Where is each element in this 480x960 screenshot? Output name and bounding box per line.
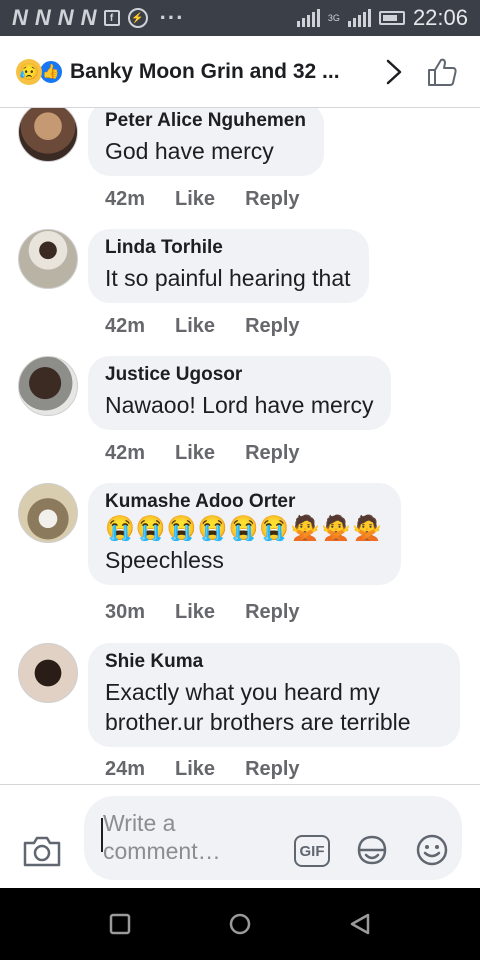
comment-time: 42m: [105, 188, 146, 210]
reply-link[interactable]: Reply: [245, 188, 299, 211]
comment-text: Nawaoo! Lord have mercy: [105, 392, 374, 418]
comment-bubble: Shie Kuma Exactly what you heard my brot…: [88, 643, 460, 747]
signal-2-icon: [347, 9, 371, 27]
comment-time: 42m: [105, 442, 146, 464]
avatar[interactable]: [18, 108, 78, 162]
thumbs-up-icon: [428, 58, 457, 86]
back-button[interactable]: [348, 912, 372, 936]
avatar[interactable]: [18, 229, 78, 289]
status-bar: N N N N f ⚡ ··· 3G 22:06: [0, 0, 480, 36]
comment-author[interactable]: Justice Ugosor: [105, 364, 373, 386]
comment-actions: 42m Like Reply: [105, 315, 300, 338]
sticker-button[interactable]: [354, 832, 390, 868]
reply-link[interactable]: Reply: [245, 315, 299, 338]
comment-bubble: Linda Torhile It so painful hearing that: [88, 229, 369, 303]
comments-header: 😥 👍 Banky Moon Grin and 32 ...: [0, 36, 480, 108]
notification-n-icon: N: [34, 5, 51, 30]
reply-link[interactable]: Reply: [245, 601, 299, 624]
reactions-title[interactable]: Banky Moon Grin and 32 ...: [70, 60, 340, 84]
avatar[interactable]: [18, 643, 78, 703]
triangle-back-icon: [350, 913, 370, 935]
comment-actions: 24m Like Reply: [105, 758, 300, 781]
comment-author[interactable]: Kumashe Adoo Orter: [105, 491, 383, 513]
comment-emojis: 😭😭😭😭😭😭🙅🙅🙅: [105, 515, 383, 542]
reply-link[interactable]: Reply: [245, 442, 299, 465]
like-button[interactable]: [422, 52, 462, 92]
more-notifications-icon: ···: [159, 5, 185, 30]
comment-time: 42m: [105, 315, 146, 337]
messenger-icon: ⚡: [127, 8, 148, 28]
like-link[interactable]: Like: [175, 442, 215, 465]
comment-time: 30m: [105, 601, 146, 623]
system-nav-bar: [0, 888, 480, 960]
comment-bubble: Peter Alice Nguhemen God have mercy: [88, 108, 324, 176]
square-icon: [109, 913, 131, 935]
comment-author[interactable]: Linda Torhile: [105, 237, 351, 259]
notification-n-icon: N: [12, 5, 28, 30]
home-button[interactable]: [228, 912, 252, 936]
like-link[interactable]: Like: [175, 758, 215, 781]
comment-composer: Write a comment… GIF: [0, 784, 480, 888]
network-type-label: 3G: [327, 12, 340, 23]
avatar[interactable]: [18, 356, 78, 416]
like-link[interactable]: Like: [175, 188, 215, 211]
comment-author[interactable]: Shie Kuma: [105, 651, 442, 673]
avatar[interactable]: [18, 483, 78, 543]
comment-time: 24m: [105, 758, 146, 780]
comment-author[interactable]: Peter Alice Nguhemen: [105, 110, 306, 132]
facebook-notification-icon: f: [103, 10, 120, 26]
comment-placeholder: Write a comment…: [103, 810, 221, 864]
comment-input[interactable]: Write a comment… GIF: [84, 796, 462, 880]
camera-button[interactable]: [22, 833, 62, 869]
comment-item: Peter Alice Nguhemen God have mercy: [18, 108, 324, 176]
comment-actions: 30m Like Reply: [105, 601, 300, 624]
comment-actions: 42m Like Reply: [105, 442, 300, 465]
comment-actions: 42m Like Reply: [105, 188, 300, 211]
emoji-button[interactable]: [414, 832, 450, 868]
gif-button[interactable]: GIF: [294, 835, 330, 867]
notification-n-icon: N: [57, 5, 74, 30]
like-link[interactable]: Like: [175, 601, 215, 624]
signal-icon: [296, 9, 320, 27]
comment-bubble: Kumashe Adoo Orter 😭😭😭😭😭😭🙅🙅🙅 Speechless: [88, 483, 401, 585]
comment-bubble: Justice Ugosor Nawaoo! Lord have mercy: [88, 356, 392, 430]
comment-item: Linda Torhile It so painful hearing that: [18, 229, 369, 303]
clock: 22:06: [412, 5, 468, 30]
reaction-summary[interactable]: 😥 👍: [16, 58, 64, 85]
comment-text: Speechless: [105, 547, 224, 573]
recents-button[interactable]: [108, 912, 132, 936]
notification-n-icon: N: [80, 5, 97, 30]
comment-item: Kumashe Adoo Orter 😭😭😭😭😭😭🙅🙅🙅 Speechless: [18, 483, 401, 585]
comment-item: Shie Kuma Exactly what you heard my brot…: [18, 643, 460, 747]
comment-item: Justice Ugosor Nawaoo! Lord have mercy: [18, 356, 392, 430]
smiley-icon: [416, 834, 448, 866]
sticker-icon: [357, 835, 387, 865]
camera-icon: [23, 836, 61, 867]
comment-text: God have mercy: [105, 138, 274, 164]
sad-reaction-icon: 😥: [16, 58, 42, 85]
comment-text: It so painful hearing that: [105, 265, 351, 291]
chevron-right-icon[interactable]: [376, 54, 412, 90]
like-link[interactable]: Like: [175, 315, 215, 338]
reply-link[interactable]: Reply: [245, 758, 299, 781]
comments-list[interactable]: Peter Alice Nguhemen God have mercy 42m …: [0, 108, 480, 784]
battery-icon: [378, 11, 405, 25]
circle-icon: [229, 913, 251, 935]
comment-text: Exactly what you heard my brother.ur bro…: [105, 679, 411, 735]
